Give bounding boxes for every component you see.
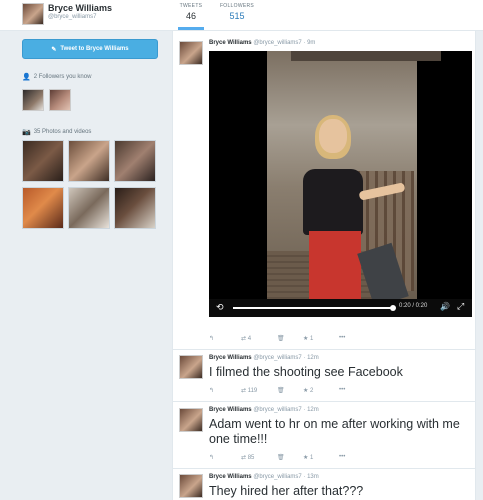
tweet-time[interactable]: 12m [307, 355, 319, 361]
tweet-author-handle[interactable]: @bryce_williams7 [253, 407, 301, 413]
favorite-button[interactable]: ★ 1 [303, 454, 313, 461]
photo-thumbnail[interactable] [114, 140, 156, 182]
video-player[interactable]: ⟲ 0:20 / 0:20 🔊 ⤢ [209, 51, 472, 317]
tweet-text: Adam went to hr on me after working with… [209, 417, 460, 446]
tweet-author-handle[interactable]: @bryce_williams7 [253, 474, 301, 480]
retweet-count: 119 [247, 388, 258, 394]
followers-stat-label: FOLLOWERS [219, 3, 255, 9]
tweet-dot: · [303, 407, 306, 413]
tweet-author-name[interactable]: Bryce Williams [209, 355, 252, 361]
retweet-button[interactable]: ⇄ 4 [241, 335, 251, 342]
tweet-time[interactable]: 13m [307, 474, 319, 480]
tweet-author-handle[interactable]: @bryce_williams7 [253, 355, 301, 361]
reply-icon[interactable]: ↰ [209, 387, 214, 394]
tweet-avatar[interactable] [179, 355, 203, 379]
profile-nav-bar: Bryce Williams @bryce_williams7 TWEETS 4… [0, 0, 483, 31]
video-time: 0:20 / 0:20 [399, 303, 428, 309]
video-frame-detail [303, 169, 363, 235]
retweet-count: 4 [247, 336, 252, 342]
tweet-avatar[interactable] [179, 41, 203, 65]
favorite-count: 2 [310, 388, 314, 394]
tweet-to-button[interactable]: ✎ Tweet to Bryce Williams [22, 39, 158, 59]
tweet-author-name[interactable]: Bryce Williams [209, 407, 252, 413]
retweet-button[interactable]: ⇄ 119 [241, 387, 257, 394]
reply-icon[interactable]: ↰ [209, 335, 214, 342]
tweet-dot: · [303, 40, 306, 46]
compose-icon: ✎ [51, 46, 57, 53]
favorite-button[interactable]: ★ 1 [303, 335, 313, 342]
favorite-button[interactable]: ★ 2 [303, 387, 313, 394]
photo-thumbnail[interactable] [114, 187, 156, 229]
tab-followers[interactable]: FOLLOWERS 515 [218, 3, 256, 21]
tweets-stat-label: TWEETS [179, 3, 203, 9]
photo-thumbnail[interactable] [68, 140, 110, 182]
tweet-author-handle[interactable]: @bryce_williams7 [253, 40, 301, 46]
video-frame-detail [291, 51, 441, 61]
follower-avatar[interactable] [49, 89, 71, 111]
tweet-dot: · [303, 474, 306, 480]
tweet-author-name[interactable]: Bryce Williams [209, 40, 252, 46]
tweet-time[interactable]: 9m [307, 40, 315, 46]
replay-icon[interactable]: ⟲ [216, 302, 224, 313]
tweet-header: Bryce Williams @bryce_williams7 · 13m [209, 474, 319, 480]
person-icon: 👤 [22, 74, 31, 81]
follower-avatar[interactable] [22, 89, 44, 111]
tweet-dot: · [303, 355, 306, 361]
tweet-to-button-label: Tweet to Bryce Williams [60, 46, 129, 52]
tweet-text: I filmed the shooting see Facebook [209, 365, 403, 379]
trash-icon[interactable]: 🗑 [277, 454, 285, 461]
video-frame-detail [319, 119, 347, 153]
profile-handle: @bryce_williams7 [48, 14, 97, 20]
tweet-header: Bryce Williams @bryce_williams7 · 12m [209, 355, 319, 361]
tweet-header: Bryce Williams @bryce_williams7 · 9m [209, 40, 315, 46]
followers-you-know-label: 2 Followers you know [33, 74, 92, 80]
tweet-avatar[interactable] [179, 474, 203, 498]
camera-icon: 📷 [22, 129, 31, 136]
trash-icon[interactable]: 🗑 [277, 387, 285, 394]
favorite-count: 1 [310, 455, 314, 461]
retweet-count: 85 [247, 455, 255, 461]
tweet-author-name[interactable]: Bryce Williams [209, 474, 252, 480]
photo-thumbnail[interactable] [68, 187, 110, 229]
fullscreen-icon[interactable]: ⤢ [457, 301, 464, 312]
more-icon[interactable]: ••• [339, 335, 345, 341]
video-progress-handle[interactable] [390, 305, 396, 311]
video-frame-detail [309, 231, 361, 299]
tweet-item[interactable]: Bryce Williams @bryce_williams7 · 12m I … [173, 349, 475, 402]
profile-name[interactable]: Bryce Williams [48, 3, 112, 13]
trash-icon[interactable]: 🗑 [277, 335, 285, 342]
tweet-avatar[interactable] [179, 408, 203, 432]
video-controls: ⟲ 0:20 / 0:20 🔊 ⤢ [209, 299, 472, 317]
tweet-time[interactable]: 12m [307, 407, 319, 413]
followers-stat-value: 515 [229, 11, 245, 21]
more-icon[interactable]: ••• [339, 454, 345, 460]
more-icon[interactable]: ••• [339, 387, 345, 393]
photos-and-videos-label: 35 Photos and videos [33, 129, 92, 135]
photo-thumbnail[interactable] [22, 187, 64, 229]
volume-icon[interactable]: 🔊 [440, 302, 450, 311]
tweet-item[interactable]: Bryce Williams @bryce_williams7 · 12m Ad… [173, 401, 475, 469]
tweet-text: They hired her after that??? [209, 484, 364, 498]
profile-avatar[interactable] [22, 3, 44, 25]
photo-thumbnail[interactable] [22, 140, 64, 182]
left-sidebar: ✎ Tweet to Bryce Williams 👤 2 Followers … [0, 31, 172, 500]
photos-and-videos-link[interactable]: 📷 35 Photos and videos [22, 128, 91, 136]
favorite-count: 1 [310, 336, 314, 342]
retweet-button[interactable]: ⇄ 85 [241, 454, 254, 461]
tweet-item[interactable]: Bryce Williams @bryce_williams7 · 13m Th… [173, 468, 475, 500]
reply-icon[interactable]: ↰ [209, 454, 214, 461]
tweet-timeline: Bryce Williams @bryce_williams7 · 9m ⟲ 0… [172, 31, 476, 500]
tweet-header: Bryce Williams @bryce_williams7 · 12m [209, 407, 319, 413]
followers-you-know-link[interactable]: 👤 2 Followers you know [22, 73, 91, 81]
tweets-stat-value: 46 [185, 11, 196, 21]
tweet-item[interactable]: Bryce Williams @bryce_williams7 · 9m ⟲ 0… [173, 31, 475, 350]
tab-tweets[interactable]: TWEETS 46 [178, 3, 204, 30]
video-progress-bar[interactable] [233, 307, 393, 309]
